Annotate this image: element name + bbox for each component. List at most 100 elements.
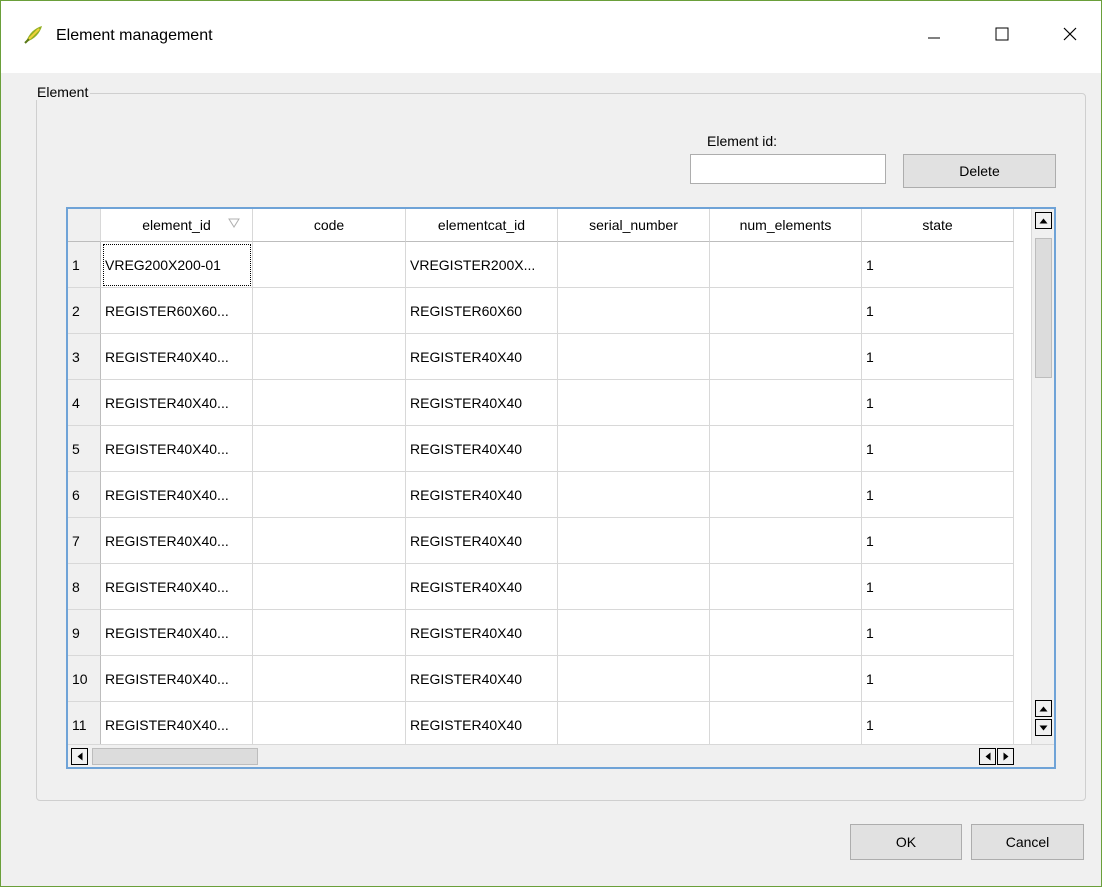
cell-element-id[interactable]: REGISTER40X40... — [101, 518, 253, 564]
horizontal-scroll-thumb[interactable] — [92, 748, 258, 765]
delete-button[interactable]: Delete — [903, 154, 1056, 188]
cell-elementcat-id[interactable]: REGISTER60X60 — [406, 288, 558, 334]
row-header[interactable]: 7 — [68, 518, 101, 564]
horizontal-scrollbar[interactable] — [68, 744, 1054, 767]
cell-num-elements[interactable] — [710, 610, 862, 656]
minimize-button[interactable] — [911, 15, 957, 55]
row-header[interactable]: 3 — [68, 334, 101, 380]
cell-state[interactable]: 1 — [862, 610, 1014, 656]
cell-state[interactable]: 1 — [862, 426, 1014, 472]
element-table[interactable]: element_id code elementcat_id serial_num… — [66, 207, 1056, 769]
cell-elementcat-id[interactable]: VREGISTER200X... — [406, 242, 558, 288]
row-header[interactable]: 10 — [68, 656, 101, 702]
table-row[interactable]: 6 REGISTER40X40... REGISTER40X40 1 — [68, 472, 1014, 518]
cell-serial-number[interactable] — [558, 380, 710, 426]
ok-button[interactable]: OK — [850, 824, 962, 860]
cell-code[interactable] — [253, 610, 406, 656]
cell-state[interactable]: 1 — [862, 472, 1014, 518]
cell-serial-number[interactable] — [558, 472, 710, 518]
table-row[interactable]: 5 REGISTER40X40... REGISTER40X40 1 — [68, 426, 1014, 472]
cell-num-elements[interactable] — [710, 334, 862, 380]
row-header[interactable]: 5 — [68, 426, 101, 472]
table-row[interactable]: 2 REGISTER60X60... REGISTER60X60 1 — [68, 288, 1014, 334]
cell-code[interactable] — [253, 288, 406, 334]
cell-state[interactable]: 1 — [862, 518, 1014, 564]
cell-state[interactable]: 1 — [862, 242, 1014, 288]
cell-elementcat-id[interactable]: REGISTER40X40 — [406, 564, 558, 610]
table-row[interactable]: 7 REGISTER40X40... REGISTER40X40 1 — [68, 518, 1014, 564]
table-row[interactable]: 11 REGISTER40X40... REGISTER40X40 1 — [68, 702, 1014, 748]
table-corner-button[interactable] — [68, 209, 101, 242]
cell-serial-number[interactable] — [558, 518, 710, 564]
cell-element-id[interactable]: REGISTER40X40... — [101, 702, 253, 748]
cell-elementcat-id[interactable]: REGISTER40X40 — [406, 380, 558, 426]
maximize-button[interactable] — [979, 15, 1025, 55]
cell-element-id[interactable]: REGISTER40X40... — [101, 334, 253, 380]
column-header-state[interactable]: state — [862, 209, 1014, 242]
cell-num-elements[interactable] — [710, 518, 862, 564]
cell-elementcat-id[interactable]: REGISTER40X40 — [406, 610, 558, 656]
cell-state[interactable]: 1 — [862, 334, 1014, 380]
column-header-code[interactable]: code — [253, 209, 406, 242]
cell-serial-number[interactable] — [558, 656, 710, 702]
column-header-elementcat-id[interactable]: elementcat_id — [406, 209, 558, 242]
cell-serial-number[interactable] — [558, 288, 710, 334]
cell-elementcat-id[interactable]: REGISTER40X40 — [406, 656, 558, 702]
cell-num-elements[interactable] — [710, 242, 862, 288]
row-header[interactable]: 4 — [68, 380, 101, 426]
cell-serial-number[interactable] — [558, 426, 710, 472]
cell-code[interactable] — [253, 242, 406, 288]
cell-element-id[interactable]: REGISTER40X40... — [101, 472, 253, 518]
cell-code[interactable] — [253, 472, 406, 518]
cell-num-elements[interactable] — [710, 288, 862, 334]
cell-serial-number[interactable] — [558, 702, 710, 748]
cell-serial-number[interactable] — [558, 334, 710, 380]
cell-elementcat-id[interactable]: REGISTER40X40 — [406, 518, 558, 564]
cell-code[interactable] — [253, 656, 406, 702]
row-header[interactable]: 8 — [68, 564, 101, 610]
scroll-up-button[interactable] — [1035, 212, 1052, 229]
cell-state[interactable]: 1 — [862, 656, 1014, 702]
cell-num-elements[interactable] — [710, 702, 862, 748]
cell-code[interactable] — [253, 518, 406, 564]
table-row[interactable]: 1 VREG200X200-01 VREGISTER200X... 1 — [68, 242, 1014, 288]
cell-elementcat-id[interactable]: REGISTER40X40 — [406, 426, 558, 472]
cell-element-id[interactable]: REGISTER60X60... — [101, 288, 253, 334]
cell-serial-number[interactable] — [558, 242, 710, 288]
cell-num-elements[interactable] — [710, 656, 862, 702]
scroll-down-button[interactable] — [1035, 719, 1052, 736]
column-header-element-id[interactable]: element_id — [101, 209, 253, 242]
cell-element-id[interactable]: REGISTER40X40... — [101, 610, 253, 656]
cancel-button[interactable]: Cancel — [971, 824, 1084, 860]
cell-state[interactable]: 1 — [862, 702, 1014, 748]
row-header[interactable]: 2 — [68, 288, 101, 334]
cell-state[interactable]: 1 — [862, 564, 1014, 610]
cell-elementcat-id[interactable]: REGISTER40X40 — [406, 702, 558, 748]
cell-num-elements[interactable] — [710, 564, 862, 610]
cell-num-elements[interactable] — [710, 472, 862, 518]
cell-element-id[interactable]: REGISTER40X40... — [101, 426, 253, 472]
scroll-left-button-right[interactable] — [979, 748, 996, 765]
cell-state[interactable]: 1 — [862, 380, 1014, 426]
row-header[interactable]: 11 — [68, 702, 101, 748]
row-header[interactable]: 1 — [68, 242, 101, 288]
scroll-right-button[interactable] — [997, 748, 1014, 765]
scroll-up-button-bottom[interactable] — [1035, 700, 1052, 717]
cell-state[interactable]: 1 — [862, 288, 1014, 334]
table-row[interactable]: 3 REGISTER40X40... REGISTER40X40 1 — [68, 334, 1014, 380]
scroll-left-button[interactable] — [71, 748, 88, 765]
cell-element-id[interactable]: REGISTER40X40... — [101, 656, 253, 702]
cell-num-elements[interactable] — [710, 380, 862, 426]
vertical-scroll-thumb[interactable] — [1035, 238, 1052, 378]
cell-num-elements[interactable] — [710, 426, 862, 472]
cell-element-id[interactable]: REGISTER40X40... — [101, 380, 253, 426]
cell-serial-number[interactable] — [558, 610, 710, 656]
cell-elementcat-id[interactable]: REGISTER40X40 — [406, 472, 558, 518]
cell-code[interactable] — [253, 426, 406, 472]
column-header-num-elements[interactable]: num_elements — [710, 209, 862, 242]
vertical-scrollbar[interactable] — [1031, 209, 1054, 744]
table-row[interactable]: 10 REGISTER40X40... REGISTER40X40 1 — [68, 656, 1014, 702]
cell-element-id[interactable]: VREG200X200-01 — [101, 242, 253, 288]
cell-element-id[interactable]: REGISTER40X40... — [101, 564, 253, 610]
table-row[interactable]: 4 REGISTER40X40... REGISTER40X40 1 — [68, 380, 1014, 426]
